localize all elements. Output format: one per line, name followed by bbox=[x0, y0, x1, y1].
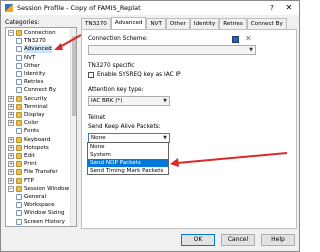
annotation-arrows bbox=[54, 34, 288, 167]
ok-button[interactable]: OK bbox=[181, 234, 215, 246]
annotation-arrow-advanced bbox=[54, 34, 82, 50]
cancel-button[interactable]: Cancel bbox=[221, 234, 255, 246]
help-button[interactable]: Help bbox=[261, 234, 295, 246]
session-profile-dialog: Session Profile - Copy of FAMIS_Replat ?… bbox=[0, 0, 300, 252]
annotation-arrow-nop bbox=[170, 152, 288, 167]
